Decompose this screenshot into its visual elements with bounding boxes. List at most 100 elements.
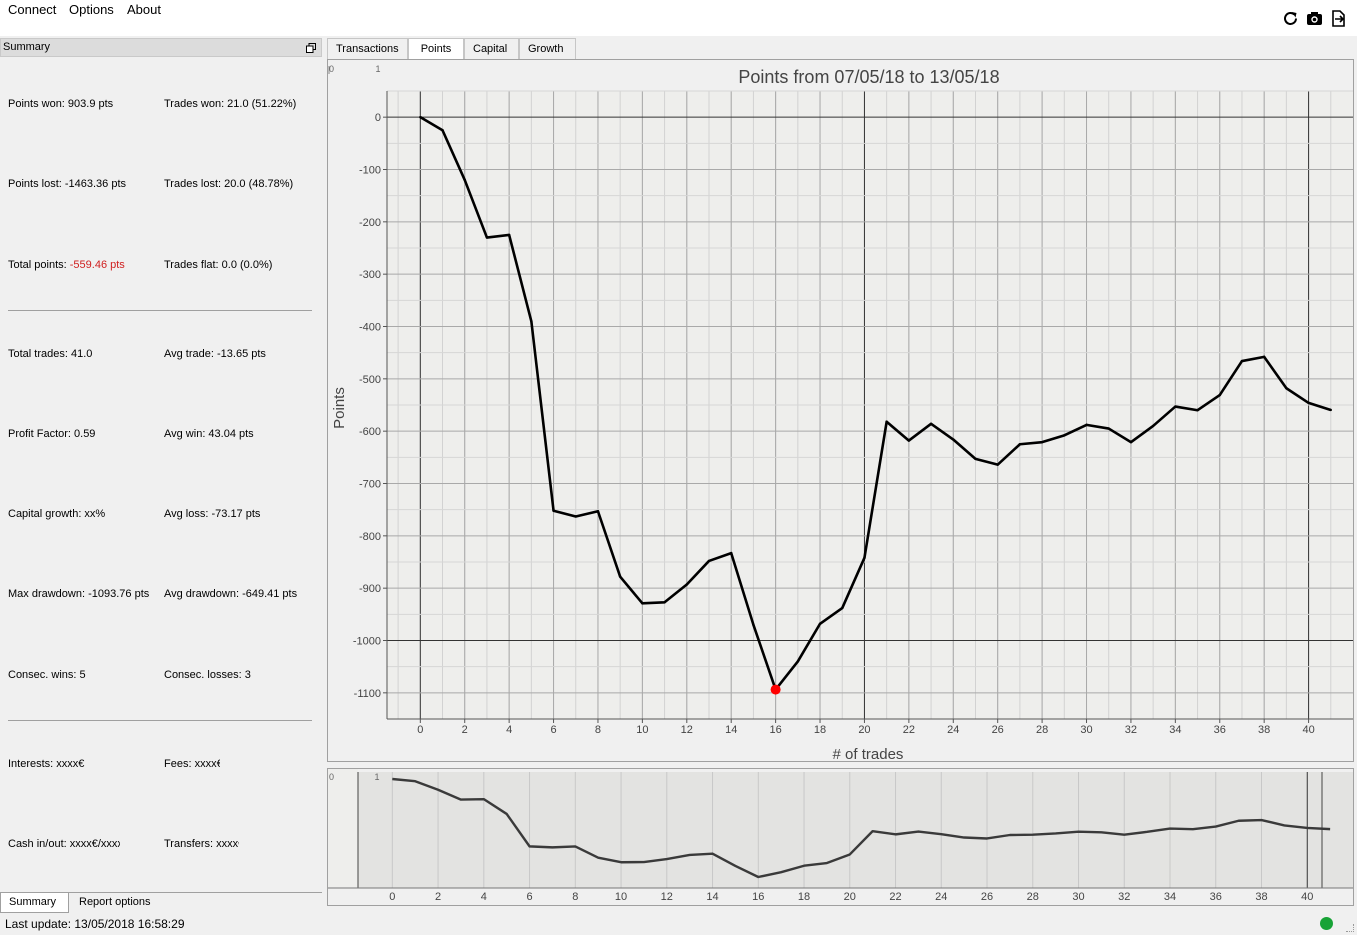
data-point [1107,427,1110,430]
data-point [1262,355,1266,359]
data-point [685,583,688,586]
last-update-text: Last update: 13/05/2018 16:58:29 [5,917,185,931]
navigator-x-tick-label: 34 [1164,891,1176,903]
summary-panel: Summary Points won: 903.9 pts Trades won… [0,38,322,913]
toolbar [1281,9,1347,27]
corner-label-one: 1 [375,64,380,74]
data-point [1307,401,1310,405]
stat-fees: Fees: xxxx€ [164,758,220,770]
points-chart[interactable]: 0 2 4 6 8 10 12 14 16 18 20 22 24 26 28 30 32 34 36 38 400-1… [328,60,1353,763]
data-point [818,622,822,625]
stat-trades-won: Trades won: 21.0 (51.22%) [164,98,297,110]
data-point [574,515,577,518]
menu-options[interactable]: Options [67,2,116,17]
data-point [907,439,911,442]
data-point [1196,409,1199,412]
data-point [841,606,844,610]
stat-total-points-value: -559.46 pts [69,259,125,271]
navigator-x-tick-label: 28 [1027,891,1039,903]
data-point [1329,408,1332,412]
refresh-icon[interactable] [1281,9,1299,27]
stat-points-won: Points won: 903.9 pts [8,98,114,110]
stat-avg-drawdown: Avg drawdown: -649.41 pts [164,588,298,600]
data-point [641,602,644,605]
data-point [929,422,933,426]
stat-trades-flat: Trades flat: 0.0 (0.0%) [164,259,273,271]
stat-cash-inout: Cash in/out: xxxx€/xxxx€ [8,838,120,850]
camera-icon[interactable] [1305,9,1323,27]
data-point [996,463,999,466]
x-tick-label: 22 [903,724,915,736]
data-point [1040,440,1044,444]
x-axis-label: # of trades [833,746,904,761]
x-tick-label: 0 [417,724,423,736]
data-point [1174,405,1177,408]
navigator-x-tick-label: 26 [981,891,993,903]
y-tick-label: -800 [359,531,381,543]
navigator-x-tick-label: 30 [1072,891,1084,903]
navigator-chart[interactable]: 0 2 4 6 8 10 12 14 16 18 20 22 24 26 28 30 32 34 36 38 400 1 [328,769,1353,905]
status-bar: Last update: 13/05/2018 16:58:29 [0,912,1357,935]
stat-transfers: Transfers: xxxx€ [164,838,239,850]
stat-max-drawdown: Max drawdown: -1093.76 pts [8,588,150,600]
data-point [796,660,800,663]
menu-connect[interactable]: Connect [6,2,58,17]
navigator-left-area [328,769,358,888]
stat-trades-lost: Trades lost: 20.0 (48.78%) [164,178,294,190]
data-point [419,115,422,119]
data-point [1285,387,1288,390]
y-tick-label: -900 [359,583,381,595]
data-point [885,420,888,423]
data-point [974,457,977,461]
data-point [1129,440,1133,444]
x-tick-label: 32 [1125,724,1137,736]
data-point [530,320,533,323]
navigator-x-tick-label: 2 [435,891,441,903]
y-tick-label: -200 [359,217,381,229]
data-point [1063,434,1066,437]
x-tick-label: 28 [1036,724,1048,736]
stat-total-trades: Total trades: 41.0 [8,348,93,360]
tab-growth[interactable]: Growth [519,38,576,59]
export-icon[interactable] [1329,9,1347,27]
navigator-x-tick-label: 24 [935,891,947,903]
data-point [663,601,666,604]
x-tick-label: 36 [1214,724,1226,736]
navigator-plot-area [358,772,1353,888]
menu-about[interactable]: About [125,2,163,17]
tab-transactions[interactable]: Transactions [327,38,408,59]
stat-avg-loss: Avg loss: -73.17 pts [164,508,261,520]
corner-label-one: 1 [374,772,379,782]
resize-grip[interactable] [1346,924,1354,932]
data-point [752,623,755,626]
points-chart-frame: 0 2 4 6 8 10 12 14 16 18 20 22 24 26 28 30 32 34 36 38 40 0 -1… [327,59,1354,763]
navigator-x-tick-label: 32 [1118,891,1130,903]
data-point [596,510,600,513]
tab-points[interactable]: Points [408,38,464,60]
corner-label-zero: 0 [329,772,334,782]
chart-title: Points from 07/05/18 to 13/05/18 [738,67,999,87]
menu-bar: Connect Options About [0,0,1357,36]
x-tick-label: 24 [947,724,959,736]
navigator-x-tick-label: 6 [526,891,532,903]
navigator-x-tick-label: 38 [1255,891,1267,903]
x-tick-label: 18 [814,724,826,736]
navigator-x-tick-label: 40 [1301,891,1313,903]
navigator-x-tick-label: 20 [844,891,856,903]
x-tick-label: 14 [725,724,737,736]
x-tick-label: 2 [462,724,468,736]
max-drawdown-marker [770,684,781,695]
data-point [1085,423,1088,427]
y-axis-label: Points [331,387,348,429]
bottom-tab-report-options[interactable]: Report options [71,893,159,913]
bottom-tab-summary[interactable]: Summary [0,893,69,913]
stat-avg-trade: Avg trade: -13.65 pts [164,348,266,360]
x-tick-label: 38 [1258,724,1270,736]
float-dock-icon[interactable] [306,42,316,53]
stat-points-lost: Points lost: -1463.36 pts [8,178,127,190]
navigator-x-tick-label: 0 [389,891,395,903]
tab-capital[interactable]: Capital [464,38,519,59]
data-point [552,509,555,512]
x-tick-label: 40 [1302,724,1314,736]
bottom-tab-bar: Summary Report options [0,892,322,913]
